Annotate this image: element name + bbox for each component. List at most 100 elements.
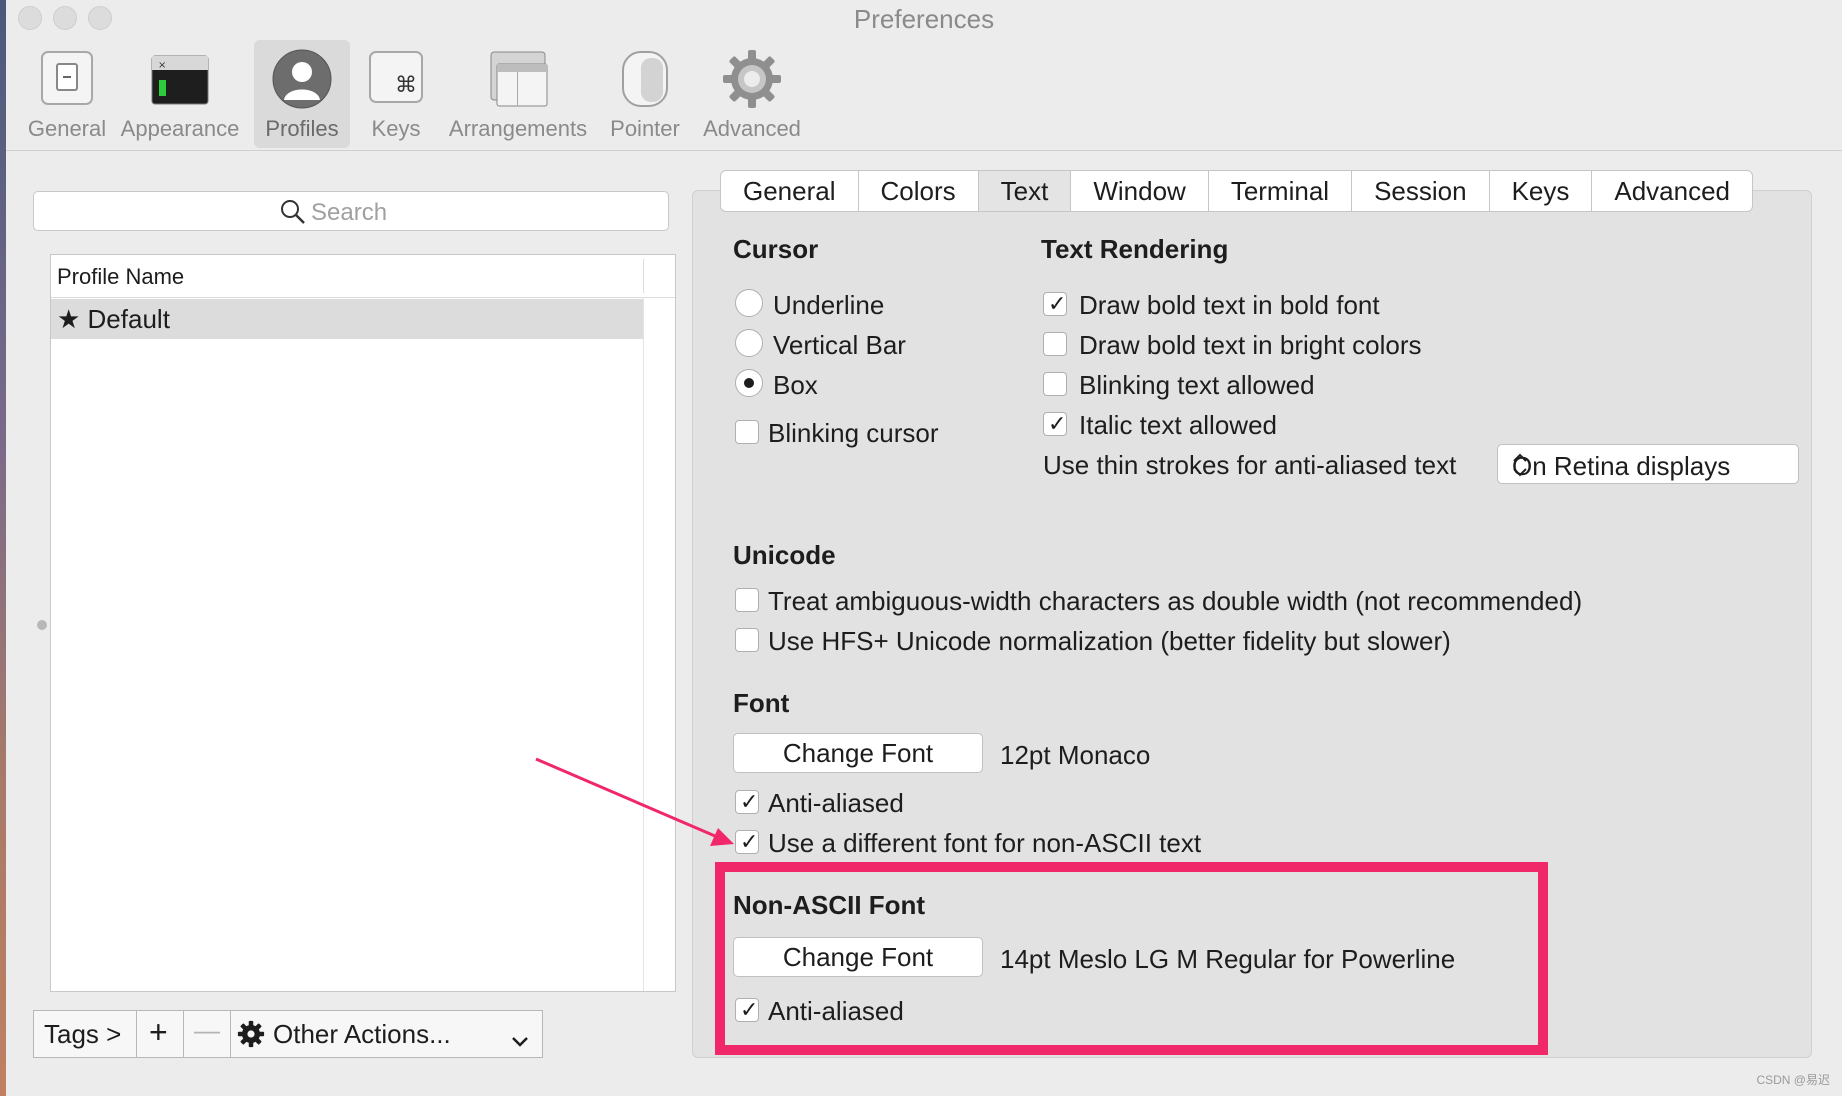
appearance-terminal-icon: × [150, 48, 210, 113]
cursor-underline-radio[interactable] [735, 289, 763, 317]
cursor-vertical-bar-radio[interactable] [735, 329, 763, 357]
thin-strokes-label: Use thin strokes for anti-aliased text [1043, 450, 1457, 480]
non-ascii-anti-aliased-label: Anti-aliased [768, 996, 904, 1026]
italic-text-checkbox[interactable]: ✓ [1043, 412, 1067, 436]
column-divider [643, 297, 644, 991]
checkmark-icon: ✓ [740, 997, 759, 1022]
preferences-window: Preferences General × Appearance Profile… [6, 0, 1842, 1096]
tab-keys[interactable]: Keys [1488, 171, 1592, 211]
bright-colors-checkbox[interactable] [1043, 332, 1067, 356]
watermark: CSDN @易迟 [1756, 1073, 1830, 1087]
tags-label: Tags > [44, 1019, 122, 1049]
tags-button[interactable]: Tags > [33, 1010, 137, 1058]
profile-row-label: ★ Default [57, 304, 170, 334]
column-header-label: Profile Name [57, 264, 185, 289]
cursor-underline-label: Underline [773, 290, 885, 320]
toolbar-label: Pointer [610, 116, 680, 141]
font-heading: Font [733, 688, 790, 718]
checkmark-icon: ✓ [1048, 291, 1067, 316]
toolbar-keys[interactable]: ⌘ Keys [358, 40, 434, 148]
bright-colors-label: Draw bold text in bright colors [1079, 330, 1422, 360]
pointer-mouse-icon [615, 48, 675, 113]
ambiguous-width-checkbox[interactable] [735, 588, 759, 612]
toolbar-label: Profiles [265, 116, 339, 141]
current-font-label: 12pt Monaco [1000, 740, 1151, 770]
toolbar-advanced[interactable]: Advanced [692, 40, 812, 148]
general-switch-icon [39, 48, 95, 113]
svg-text:⌘: ⌘ [395, 73, 417, 98]
non-ascii-font-checkbox[interactable]: ✓ [735, 830, 759, 854]
checkmark-icon: ✓ [1048, 411, 1067, 436]
chevron-down-icon [511, 1025, 529, 1056]
checkmark-icon: ✓ [740, 789, 759, 814]
toolbar-label: Appearance [120, 116, 240, 141]
svg-text:×: × [158, 60, 166, 71]
toolbar-label: Keys [371, 116, 421, 141]
tab-terminal[interactable]: Terminal [1207, 171, 1351, 211]
toolbar-appearance[interactable]: × Appearance [120, 40, 240, 148]
updown-chevron-icon [1512, 451, 1788, 486]
tab-general[interactable]: General [721, 171, 857, 211]
profile-tabs: General Colors Text Window Terminal Sess… [720, 170, 1754, 212]
non-ascii-font-toggle-label: Use a different font for non-ASCII text [768, 828, 1202, 858]
profile-row-default[interactable]: ★ Default [51, 299, 643, 339]
toolbar-divider [6, 150, 1842, 151]
blinking-cursor-label: Blinking cursor [768, 418, 939, 448]
hfs-normalization-checkbox[interactable] [735, 628, 759, 652]
thin-strokes-select[interactable]: On Retina displays [1497, 444, 1799, 484]
profile-list[interactable]: Profile Name ★ Default [50, 254, 676, 992]
cursor-box-radio[interactable] [735, 369, 763, 397]
remove-profile-button[interactable]: — [183, 1010, 231, 1058]
toolbar-general[interactable]: General [20, 40, 114, 148]
checkmark-icon: ✓ [740, 829, 759, 854]
hfs-normalization-label: Use HFS+ Unicode normalization (better f… [768, 626, 1451, 656]
tab-advanced[interactable]: Advanced [1591, 171, 1752, 211]
splitter-handle[interactable] [37, 620, 47, 630]
tab-text[interactable]: Text [977, 171, 1071, 211]
non-ascii-anti-aliased-checkbox[interactable]: ✓ [735, 998, 759, 1022]
bold-font-label: Draw bold text in bold font [1079, 290, 1380, 320]
blinking-text-label: Blinking text allowed [1079, 370, 1315, 400]
unicode-heading: Unicode [733, 540, 836, 570]
anti-aliased-checkbox[interactable]: ✓ [735, 790, 759, 814]
tab-window[interactable]: Window [1070, 171, 1207, 211]
toolbar-pointer[interactable]: Pointer [604, 40, 686, 148]
search-icon [280, 199, 306, 230]
profiles-person-icon [271, 48, 333, 115]
text-rendering-heading: Text Rendering [1041, 234, 1229, 264]
ambiguous-width-label: Treat ambiguous-width characters as doub… [768, 586, 1583, 616]
gear-icon [237, 1020, 265, 1055]
change-non-ascii-font-button[interactable]: Change Font [733, 937, 983, 977]
cursor-heading: Cursor [733, 234, 819, 264]
toolbar-profiles[interactable]: Profiles [254, 40, 350, 148]
search-placeholder: Search [311, 199, 388, 226]
add-profile-button[interactable]: + [136, 1010, 184, 1058]
tab-colors[interactable]: Colors [857, 171, 978, 211]
change-font-button[interactable]: Change Font [733, 733, 983, 773]
toolbar-label: Advanced [703, 116, 801, 141]
column-separator [643, 259, 644, 293]
profile-search-input[interactable]: Search [33, 191, 669, 231]
non-ascii-font-heading: Non-ASCII Font [733, 890, 926, 920]
toolbar-label: General [27, 116, 107, 141]
bold-font-checkbox[interactable]: ✓ [1043, 292, 1067, 316]
toolbar-arrangements[interactable]: Arrangements [438, 40, 598, 148]
blinking-text-checkbox[interactable] [1043, 372, 1067, 396]
advanced-gear-icon [721, 48, 783, 115]
tab-session[interactable]: Session [1351, 171, 1489, 211]
other-actions-dropdown[interactable]: Other Actions... [230, 1010, 543, 1058]
cursor-box-label: Box [773, 370, 818, 400]
minus-icon: — [194, 1015, 220, 1045]
profile-name-column-header[interactable]: Profile Name [51, 255, 675, 298]
keys-command-icon: ⌘ [367, 48, 425, 111]
blinking-cursor-checkbox[interactable] [735, 420, 759, 444]
toolbar-label: Arrangements [448, 116, 588, 141]
non-ascii-font-label: 14pt Meslo LG M Regular for Powerline [1000, 944, 1456, 974]
italic-text-label: Italic text allowed [1079, 410, 1277, 440]
plus-icon: + [149, 1014, 168, 1050]
other-actions-label: Other Actions... [273, 1019, 451, 1049]
cursor-vertical-bar-label: Vertical Bar [773, 330, 906, 360]
window-title: Preferences [853, 4, 995, 34]
arrangements-windows-icon [487, 48, 549, 113]
anti-aliased-label: Anti-aliased [768, 788, 904, 818]
